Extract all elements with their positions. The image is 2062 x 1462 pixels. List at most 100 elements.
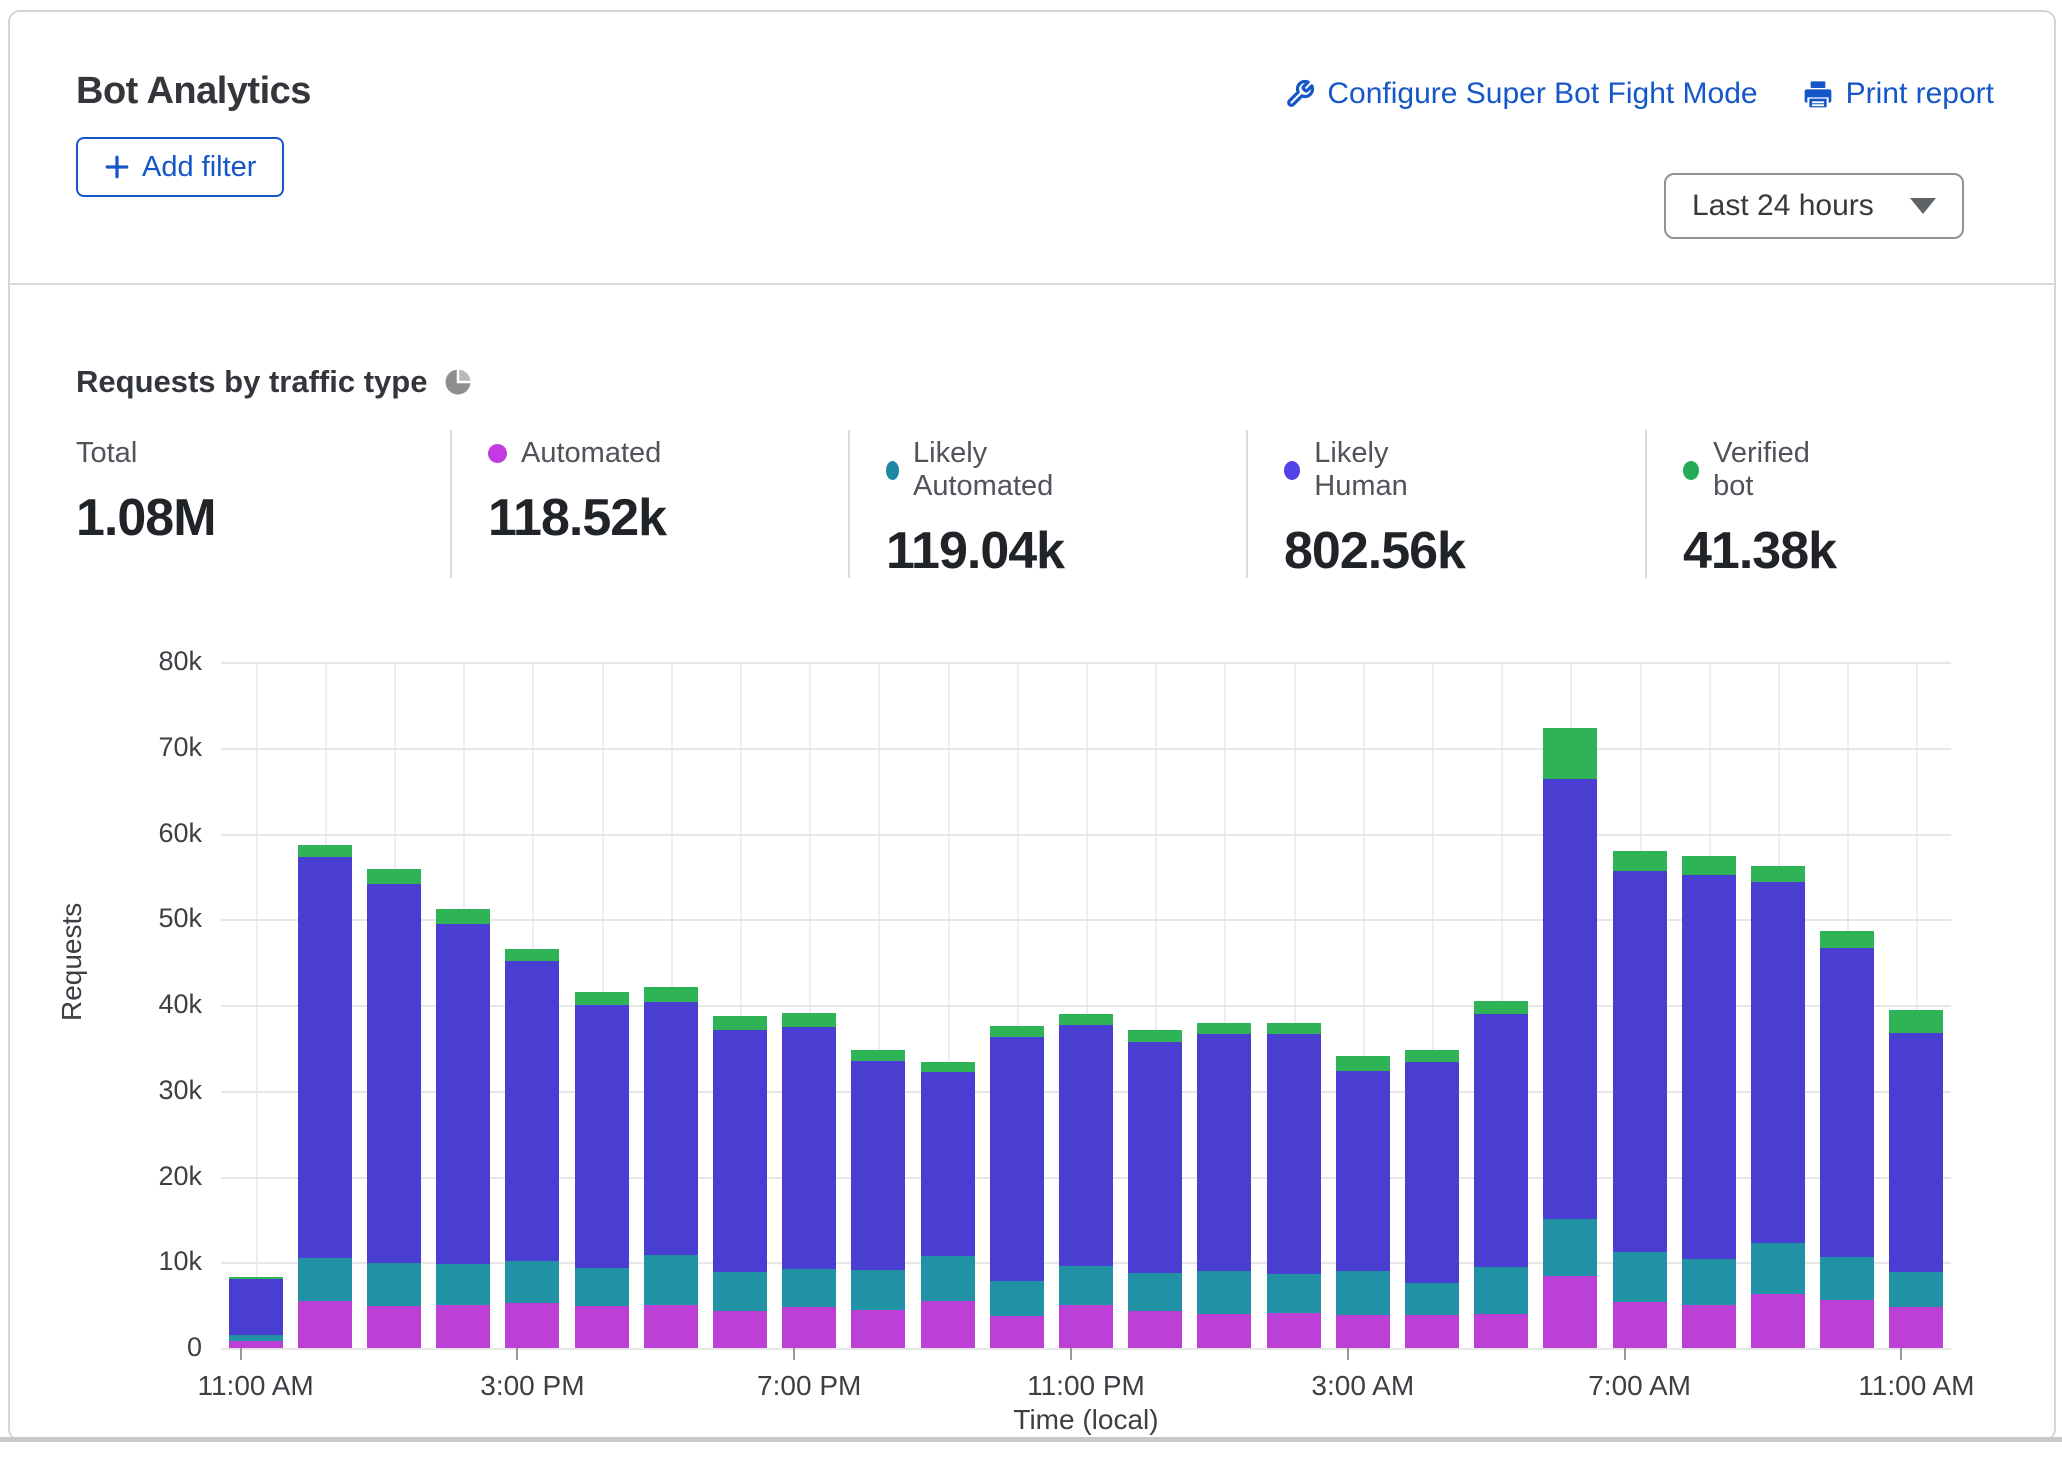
bar-segment-likely-human[interactable] xyxy=(921,1072,975,1256)
bar-segment-likely-automated[interactable] xyxy=(367,1263,421,1306)
bar-segment-verified-bot[interactable] xyxy=(644,987,698,1002)
bar-segment-likely-automated[interactable] xyxy=(505,1261,559,1303)
stacked-bar-1100pm[interactable] xyxy=(1059,1014,1113,1348)
stacked-bar-1000am[interactable] xyxy=(1820,931,1874,1348)
bar-segment-likely-automated[interactable] xyxy=(713,1272,767,1311)
bar-segment-likely-human[interactable] xyxy=(1128,1042,1182,1273)
stacked-bar-900pm[interactable] xyxy=(921,1062,975,1348)
bar-segment-automated[interactable] xyxy=(644,1305,698,1348)
bar-segment-likely-automated[interactable] xyxy=(229,1335,283,1341)
bar-segment-verified-bot[interactable] xyxy=(782,1013,836,1028)
bar-segment-automated[interactable] xyxy=(436,1305,490,1348)
bar-segment-automated[interactable] xyxy=(1405,1315,1459,1348)
stacked-bar-1100am[interactable] xyxy=(1889,1010,1943,1348)
bar-segment-verified-bot[interactable] xyxy=(1682,856,1736,875)
stacked-bar-800am[interactable] xyxy=(1682,856,1736,1348)
bar-segment-likely-automated[interactable] xyxy=(644,1255,698,1306)
bar-segment-likely-human[interactable] xyxy=(436,924,490,1264)
stacked-bar-1100am[interactable] xyxy=(229,1277,283,1348)
bar-segment-automated[interactable] xyxy=(782,1307,836,1348)
bar-segment-likely-automated[interactable] xyxy=(1197,1271,1251,1314)
bar-segment-likely-automated[interactable] xyxy=(921,1256,975,1301)
bar-segment-likely-human[interactable] xyxy=(713,1030,767,1272)
bar-segment-verified-bot[interactable] xyxy=(1197,1023,1251,1034)
stacked-bar-500am[interactable] xyxy=(1474,1001,1528,1348)
bar-segment-verified-bot[interactable] xyxy=(713,1016,767,1030)
bar-segment-automated[interactable] xyxy=(298,1301,352,1348)
bar-segment-likely-human[interactable] xyxy=(1059,1025,1113,1266)
bar-segment-automated[interactable] xyxy=(1751,1294,1805,1348)
bar-segment-automated[interactable] xyxy=(1336,1315,1390,1348)
print-report-link[interactable]: Print report xyxy=(1802,77,1994,111)
stacked-bar-500pm[interactable] xyxy=(644,987,698,1348)
bar-segment-likely-human[interactable] xyxy=(1336,1071,1390,1271)
bar-segment-likely-automated[interactable] xyxy=(1336,1271,1390,1315)
bar-segment-verified-bot[interactable] xyxy=(1336,1056,1390,1071)
bar-segment-verified-bot[interactable] xyxy=(1128,1030,1182,1042)
stacked-bar-600am[interactable] xyxy=(1543,728,1597,1348)
bar-segment-verified-bot[interactable] xyxy=(921,1062,975,1071)
bar-segment-likely-human[interactable] xyxy=(298,857,352,1258)
stat-likely-automated[interactable]: Likely Automated 119.04k xyxy=(886,437,1064,581)
time-range-select[interactable]: Last 24 hours xyxy=(1664,173,1964,239)
bar-segment-verified-bot[interactable] xyxy=(851,1050,905,1061)
stacked-bar-1200pm[interactable] xyxy=(298,845,352,1348)
pie-chart-icon[interactable] xyxy=(443,367,473,397)
bar-segment-automated[interactable] xyxy=(1543,1276,1597,1348)
stacked-bar-800pm[interactable] xyxy=(851,1050,905,1348)
bar-segment-automated[interactable] xyxy=(1128,1311,1182,1348)
bar-segment-automated[interactable] xyxy=(1889,1307,1943,1348)
stacked-bar-700pm[interactable] xyxy=(782,1013,836,1348)
bar-segment-likely-automated[interactable] xyxy=(575,1268,629,1306)
bar-segment-automated[interactable] xyxy=(367,1306,421,1348)
bar-segment-automated[interactable] xyxy=(921,1301,975,1348)
bar-segment-verified-bot[interactable] xyxy=(298,845,352,857)
bar-segment-automated[interactable] xyxy=(505,1303,559,1348)
bar-segment-likely-automated[interactable] xyxy=(1751,1243,1805,1294)
stacked-bar-900am[interactable] xyxy=(1751,866,1805,1348)
bar-segment-automated[interactable] xyxy=(1613,1302,1667,1348)
stacked-bar-400pm[interactable] xyxy=(575,992,629,1348)
bar-segment-likely-human[interactable] xyxy=(505,961,559,1261)
bar-segment-likely-automated[interactable] xyxy=(1682,1259,1736,1305)
stat-verified-bot[interactable]: Verified bot 41.38k xyxy=(1683,437,1836,581)
bar-segment-likely-human[interactable] xyxy=(1889,1033,1943,1271)
bar-segment-verified-bot[interactable] xyxy=(229,1277,283,1279)
bar-segment-likely-human[interactable] xyxy=(1820,948,1874,1257)
bar-segment-verified-bot[interactable] xyxy=(990,1026,1044,1037)
bar-segment-verified-bot[interactable] xyxy=(1613,851,1667,872)
bar-segment-likely-automated[interactable] xyxy=(436,1264,490,1305)
stacked-bar-700am[interactable] xyxy=(1613,851,1667,1348)
bar-segment-likely-human[interactable] xyxy=(1405,1062,1459,1282)
bar-segment-automated[interactable] xyxy=(851,1310,905,1348)
bar-segment-automated[interactable] xyxy=(229,1341,283,1348)
bar-segment-likely-automated[interactable] xyxy=(1128,1273,1182,1312)
stacked-bar-200am[interactable] xyxy=(1267,1023,1321,1348)
bar-segment-likely-human[interactable] xyxy=(1197,1034,1251,1271)
bar-segment-verified-bot[interactable] xyxy=(1474,1001,1528,1014)
bar-segment-likely-automated[interactable] xyxy=(1820,1257,1874,1300)
stacked-bar-400am[interactable] xyxy=(1405,1050,1459,1348)
bar-segment-verified-bot[interactable] xyxy=(575,992,629,1005)
bar-segment-verified-bot[interactable] xyxy=(1543,728,1597,779)
bar-segment-verified-bot[interactable] xyxy=(367,869,421,884)
stat-automated[interactable]: Automated 118.52k xyxy=(488,437,666,548)
bar-segment-automated[interactable] xyxy=(713,1311,767,1348)
bar-segment-verified-bot[interactable] xyxy=(1820,931,1874,948)
bar-segment-likely-human[interactable] xyxy=(1751,882,1805,1243)
bar-segment-automated[interactable] xyxy=(575,1306,629,1348)
bar-segment-automated[interactable] xyxy=(1820,1300,1874,1348)
stacked-bar-200pm[interactable] xyxy=(436,909,490,1348)
bar-segment-likely-automated[interactable] xyxy=(298,1258,352,1301)
stacked-bar-1200am[interactable] xyxy=(1128,1030,1182,1348)
bar-segment-likely-automated[interactable] xyxy=(1267,1274,1321,1313)
bar-segment-verified-bot[interactable] xyxy=(1059,1014,1113,1024)
stacked-bar-600pm[interactable] xyxy=(713,1016,767,1348)
bar-segment-likely-human[interactable] xyxy=(644,1002,698,1255)
bar-segment-likely-automated[interactable] xyxy=(1059,1266,1113,1305)
bar-segment-automated[interactable] xyxy=(1059,1305,1113,1348)
bar-segment-likely-human[interactable] xyxy=(1682,875,1736,1259)
bar-segment-likely-human[interactable] xyxy=(1474,1014,1528,1267)
bar-segment-likely-human[interactable] xyxy=(990,1037,1044,1281)
bar-segment-verified-bot[interactable] xyxy=(436,909,490,924)
